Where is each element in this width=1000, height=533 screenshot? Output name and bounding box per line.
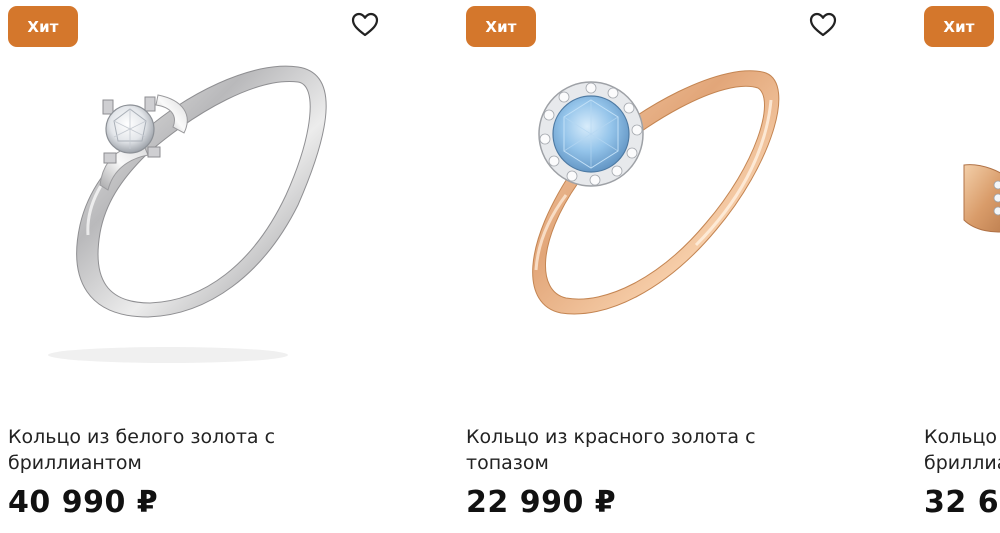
hit-badge: Хит	[924, 6, 994, 47]
product-price: 40 990 ₽	[8, 485, 159, 520]
product-price: 22 990 ₽	[466, 485, 617, 520]
product-card[interactable]: Хит	[8, 0, 428, 533]
heart-outline-icon	[809, 12, 837, 37]
product-card[interactable]: Хит	[466, 0, 886, 533]
product-card[interactable]: Хит Кольцо из красного золота с бриллиан…	[924, 0, 1000, 533]
favorite-button[interactable]	[351, 12, 379, 38]
product-image[interactable]	[8, 55, 428, 385]
heart-outline-icon	[351, 12, 379, 37]
favorite-button[interactable]	[809, 12, 837, 38]
product-title[interactable]: Кольцо из красного золота с бриллиантами	[924, 424, 1000, 476]
product-image[interactable]	[466, 55, 886, 385]
product-price: 32 690 ₽	[924, 485, 1000, 520]
product-carousel: Хит Кольцо из белого золота с бриллианто…	[0, 0, 1000, 533]
product-title[interactable]: Кольцо из белого золота с бриллиантом	[8, 424, 338, 476]
white-gold-diamond-ring-image	[48, 65, 327, 363]
rose-gold-topaz-halo-ring-image	[532, 70, 780, 315]
hit-badge: Хит	[466, 6, 536, 47]
product-image[interactable]	[924, 55, 1000, 385]
hit-badge: Хит	[8, 6, 78, 47]
product-title[interactable]: Кольцо из красного золота с топазом	[466, 424, 796, 476]
rose-gold-diamond-ring-image	[963, 164, 1000, 233]
